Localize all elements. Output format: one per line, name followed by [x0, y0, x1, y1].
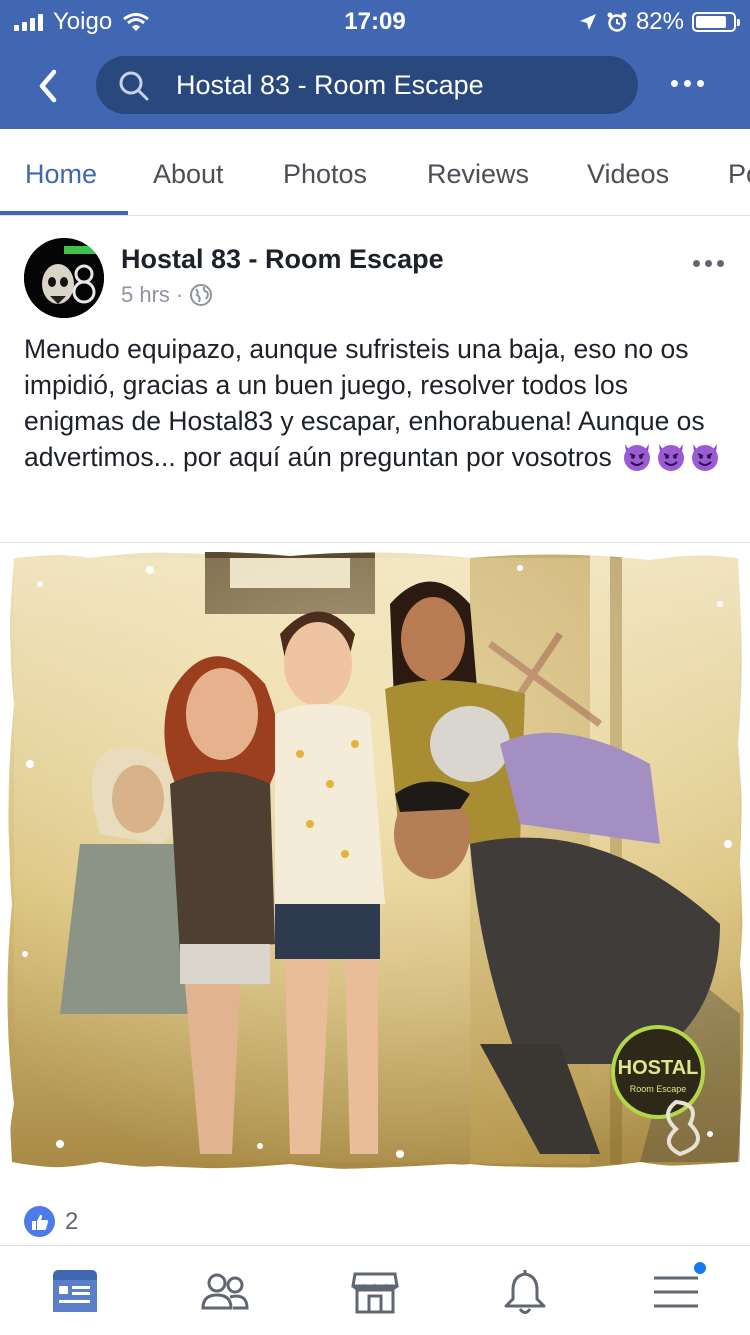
nav-notifications[interactable] [500, 1266, 550, 1316]
page-tabs: Home About Photos Reviews Videos Po [0, 129, 750, 216]
post-author[interactable]: Hostal 83 - Room Escape [121, 244, 444, 275]
photo-logo-text: HOSTAL [618, 1057, 699, 1079]
tab-photos[interactable]: Photos [283, 159, 367, 190]
status-bar: Yoigo 17:09 82% [0, 0, 750, 40]
skull-logo-icon [24, 238, 104, 318]
back-button[interactable] [28, 62, 68, 110]
post-text: Menudo equipazo, aunque sufristeis una b… [24, 334, 705, 472]
smiling-imp-icon [658, 444, 685, 471]
smiling-imp-icon [624, 444, 651, 471]
bottom-navigation [0, 1245, 750, 1335]
photo-logo-subtext: Room Escape [630, 1084, 687, 1094]
more-button[interactable] [671, 80, 704, 87]
more-icon [671, 80, 678, 87]
post-body: Menudo equipazo, aunque sufristeis una b… [24, 331, 734, 475]
tab-home[interactable]: Home [25, 159, 97, 190]
tab-posts[interactable]: Po [728, 159, 750, 190]
meta-separator: · [175, 282, 184, 307]
search-text: Hostal 83 - Room Escape [176, 70, 484, 100]
globe-icon [190, 284, 213, 306]
post-time[interactable]: 5 hrs [121, 282, 170, 308]
location-arrow-icon [579, 14, 596, 30]
post-divider [0, 542, 750, 543]
menu-icon [654, 1276, 698, 1308]
thumbs-up-icon [31, 1214, 48, 1230]
tab-about[interactable]: About [153, 159, 224, 190]
nav-menu[interactable] [652, 1262, 706, 1316]
group-photo-image: HOSTAL Room Escape [0, 544, 750, 1178]
battery-percent: 82% [635, 8, 684, 35]
reactions-summary[interactable]: 2 [24, 1206, 78, 1237]
news-feed-icon [53, 1270, 97, 1312]
search-bar[interactable]: Hostal 83 - Room Escape [96, 56, 638, 114]
like-count: 2 [65, 1207, 79, 1235]
nav-friends[interactable] [200, 1266, 250, 1316]
active-tab-indicator [0, 211, 128, 215]
tab-videos[interactable]: Videos [587, 159, 669, 190]
friends-icon [201, 1273, 249, 1310]
chevron-left-icon [39, 69, 57, 103]
like-reaction-badge [24, 1206, 55, 1237]
post-photo[interactable]: HOSTAL Room Escape [0, 544, 750, 1178]
avatar[interactable] [24, 238, 104, 318]
nav-news-feed[interactable] [50, 1266, 100, 1316]
emoji-row [619, 442, 721, 472]
tab-reviews[interactable]: Reviews [427, 159, 529, 190]
post-meta: 5 hrs · [121, 282, 213, 308]
nav-marketplace[interactable] [350, 1266, 400, 1316]
alarm-icon [607, 12, 627, 32]
search-icon [119, 71, 149, 101]
bell-icon [504, 1270, 546, 1314]
marketplace-icon [351, 1272, 399, 1314]
notification-dot [694, 1262, 706, 1274]
top-bar: Yoigo 17:09 82% Hostal 83 - Room Escape [0, 0, 750, 129]
battery-icon [692, 12, 740, 32]
more-icon [693, 260, 700, 267]
post-options-button[interactable] [693, 260, 724, 267]
smiling-imp-icon [692, 444, 719, 471]
